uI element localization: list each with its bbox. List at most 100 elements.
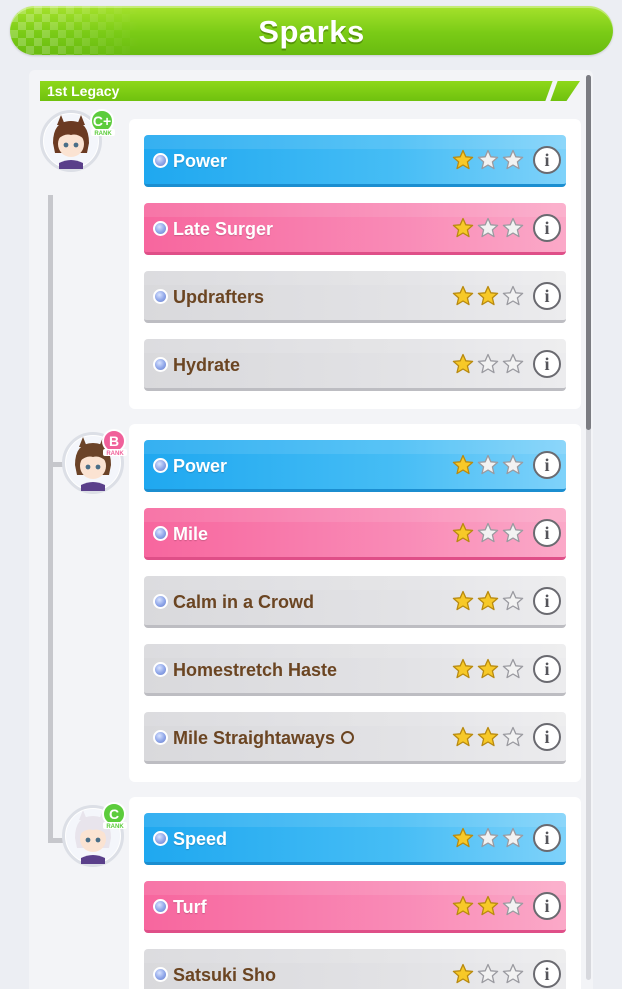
spark-row[interactable]: Power i xyxy=(144,440,566,492)
info-icon[interactable]: i xyxy=(533,892,561,920)
star-icon xyxy=(477,454,499,476)
blue-orb-icon xyxy=(153,221,168,236)
spark-row[interactable]: Mile Straightaways i xyxy=(144,712,566,764)
star-icon xyxy=(452,895,474,917)
info-icon[interactable]: i xyxy=(533,519,561,547)
star-icon xyxy=(452,827,474,849)
spark-name: Mile xyxy=(173,524,208,545)
info-icon[interactable]: i xyxy=(533,451,561,479)
legacy-bar-slash xyxy=(545,81,558,101)
star-rating xyxy=(452,963,530,987)
star-icon xyxy=(502,895,524,917)
info-icon[interactable]: i xyxy=(533,587,561,615)
spark-row[interactable]: Mile i xyxy=(144,508,566,560)
spark-row[interactable]: Calm in a Crowd i xyxy=(144,576,566,628)
spark-sheen xyxy=(144,881,566,895)
spark-row[interactable]: Turf i xyxy=(144,881,566,933)
star-icon xyxy=(477,217,499,239)
spark-row[interactable]: Homestretch Haste i xyxy=(144,644,566,696)
blue-orb-icon xyxy=(153,594,168,609)
tree-line-vertical xyxy=(48,195,53,843)
spark-card: Power i Late Surger i Updrafters i Hydrate i xyxy=(129,119,581,409)
blue-orb-icon xyxy=(153,730,168,745)
spark-name-text: Turf xyxy=(173,897,207,917)
spark-name: Satsuki Sho xyxy=(173,965,276,986)
star-rating xyxy=(452,658,530,682)
spark-name-text: Power xyxy=(173,151,228,171)
star-icon xyxy=(502,285,524,307)
spark-card: Power i Mile i Calm in a Crowd i Homestretch H… xyxy=(129,424,581,782)
star-rating xyxy=(452,353,530,377)
spark-name-text: Homestretch Haste xyxy=(173,660,338,680)
info-icon[interactable]: i xyxy=(533,960,561,988)
star-icon xyxy=(452,590,474,612)
star-rating xyxy=(452,149,530,173)
blue-orb-icon xyxy=(153,831,168,846)
spark-row[interactable]: Updrafters i xyxy=(144,271,566,323)
star-icon xyxy=(452,726,474,748)
star-icon xyxy=(477,658,499,680)
spark-name-text: Speed xyxy=(173,829,228,849)
star-rating xyxy=(452,217,530,241)
star-icon xyxy=(477,726,499,748)
rank-sub-label: RANK xyxy=(94,131,112,137)
rank-letter: B xyxy=(109,433,119,449)
rank-letter: C xyxy=(109,806,119,822)
spark-sheen xyxy=(144,576,566,590)
spark-sheen xyxy=(144,203,566,217)
spark-row[interactable]: Speed i xyxy=(144,813,566,865)
blue-orb-icon xyxy=(153,662,168,677)
star-icon xyxy=(502,726,524,748)
info-icon[interactable]: i xyxy=(533,282,561,310)
rank-badge: C+ RANK xyxy=(88,108,116,137)
page-title: Sparks xyxy=(258,14,365,49)
sparks-header: Sparks xyxy=(10,6,613,55)
spark-sheen xyxy=(144,271,566,285)
scrollbar[interactable] xyxy=(586,75,591,980)
star-icon xyxy=(502,149,524,171)
spark-name: Late Surger xyxy=(173,219,273,240)
star-icon xyxy=(452,454,474,476)
star-icon xyxy=(452,353,474,375)
info-icon[interactable]: i xyxy=(533,146,561,174)
spark-name: Power xyxy=(173,151,227,172)
rank-sub-label: RANK xyxy=(106,451,124,457)
spark-name: Homestretch Haste xyxy=(173,660,337,681)
star-icon xyxy=(477,895,499,917)
spark-name-text: Hydrate xyxy=(173,355,241,375)
spark-sheen xyxy=(144,949,566,963)
spark-row[interactable]: Hydrate i xyxy=(144,339,566,391)
spark-name: Updrafters xyxy=(173,287,264,308)
rank-badge: C RANK xyxy=(100,801,128,830)
spark-name: Mile Straightaways xyxy=(173,728,355,749)
star-icon xyxy=(477,149,499,171)
spark-name: Speed xyxy=(173,829,227,850)
info-icon[interactable]: i xyxy=(533,350,561,378)
info-icon[interactable]: i xyxy=(533,214,561,242)
spark-name: Hydrate xyxy=(173,355,240,376)
legacy-section-bar: 1st Legacy xyxy=(40,81,580,101)
star-icon xyxy=(477,522,499,544)
star-icon xyxy=(452,285,474,307)
spark-row[interactable]: Power i xyxy=(144,135,566,187)
circle-mark-icon xyxy=(341,731,355,744)
scrollbar-thumb[interactable] xyxy=(586,75,591,430)
blue-orb-icon xyxy=(153,526,168,541)
info-icon[interactable]: i xyxy=(533,655,561,683)
spark-sheen xyxy=(144,508,566,522)
star-icon xyxy=(477,827,499,849)
info-icon[interactable]: i xyxy=(533,723,561,751)
spark-name-text: Mile Straightaways xyxy=(173,728,336,748)
spark-sheen xyxy=(144,135,566,149)
info-icon[interactable]: i xyxy=(533,824,561,852)
star-icon xyxy=(477,590,499,612)
spark-name-text: Late Surger xyxy=(173,219,274,239)
rank-badge: B RANK xyxy=(100,428,128,457)
spark-row[interactable]: Satsuki Sho i xyxy=(144,949,566,989)
spark-row[interactable]: Late Surger i xyxy=(144,203,566,255)
blue-orb-icon xyxy=(153,967,168,982)
star-icon xyxy=(502,963,524,985)
spark-card: Speed i Turf i Satsuki Sho i xyxy=(129,797,581,989)
spark-name-text: Satsuki Sho xyxy=(173,965,277,985)
star-icon xyxy=(452,522,474,544)
